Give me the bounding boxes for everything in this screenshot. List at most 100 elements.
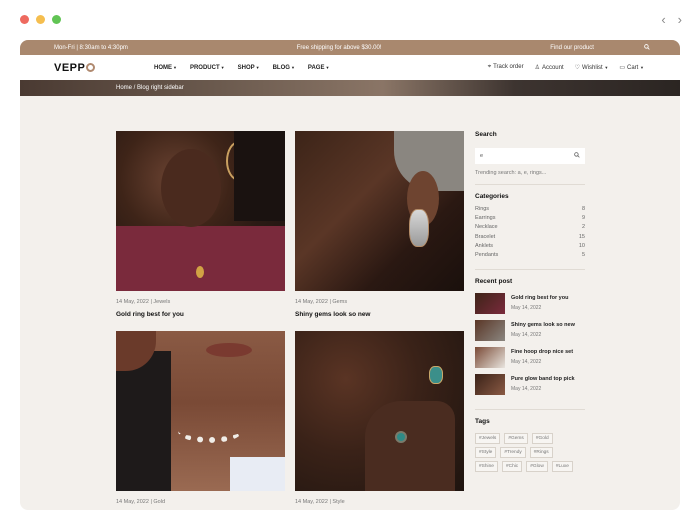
wishlist-link[interactable]: ♡ Wishlist ▼ (575, 64, 609, 71)
menu-blog-label: BLOG (272, 64, 290, 71)
category-item[interactable]: Necklace 2 (475, 224, 585, 233)
chevron-down-icon: ▼ (220, 64, 225, 70)
blog-image-turquoise-ring[interactable] (295, 331, 464, 491)
cart-label: Cart (627, 65, 639, 71)
tag-chip[interactable]: #Gems (504, 433, 528, 445)
category-count: 9 (581, 215, 585, 222)
category-name: Bracelet (475, 233, 496, 240)
tag-chip[interactable]: #Jewels (475, 433, 501, 445)
post-meta: 14 May, 2022 | Gold (116, 499, 166, 505)
tag-chip[interactable]: #Rings (529, 447, 553, 459)
track-order-link[interactable]: ⌖ Track order (488, 64, 524, 71)
menu-product-label: PRODUCT (189, 64, 220, 71)
utility-links: ⌖ Track order ♙ Account ♡ Wishlist ▼ ▭ Cart … (488, 64, 644, 71)
location-icon: ⌖ (487, 64, 492, 70)
category-name: Rings (475, 206, 490, 212)
menu-page-label: PAGE (307, 64, 325, 71)
search-heading: Search (475, 131, 497, 138)
breadcrumb-text[interactable]: Home / Blog right sidebar (116, 85, 184, 91)
blog-card[interactable]: 14 May, 2022 | Jewels Gold ring best for… (116, 131, 285, 318)
category-name: Anklets (475, 242, 494, 249)
browser-nav: ‹ › (661, 12, 682, 27)
divider (475, 184, 585, 185)
category-item[interactable]: Pendants 5 (475, 252, 585, 261)
blog-card[interactable]: 14 May, 2022 | Gems Shiny gems look so n… (295, 131, 464, 318)
search-input-value: e (480, 153, 484, 159)
blog-image-gem-earring[interactable] (295, 131, 464, 291)
chevron-down-icon: ▼ (255, 64, 260, 70)
primary-menu: HOME▼ PRODUCT▼ SHOP▼ BLOG▼ PAGE▼ (154, 65, 329, 71)
divider (475, 269, 585, 271)
search-input[interactable]: e (475, 148, 585, 164)
site-logo[interactable]: VEPP (54, 62, 96, 74)
tag-chip[interactable]: #Gold (531, 433, 553, 445)
divider (475, 409, 585, 411)
forward-arrow-icon[interactable]: › (678, 12, 682, 27)
menu-shop[interactable]: SHOP▼ (238, 65, 260, 71)
tag-chip[interactable]: #Luxe (551, 461, 573, 473)
tag-chip[interactable]: #Shine (475, 461, 498, 473)
find-product-label: Find our product (550, 44, 594, 51)
post-title[interactable]: Shiny gems look so new (295, 311, 464, 318)
recent-post-item[interactable]: Gold ring best for you May 14, 2022 (475, 293, 585, 320)
category-item[interactable]: Bracelet 15 (475, 234, 585, 243)
back-arrow-icon[interactable]: ‹ (661, 12, 665, 27)
blog-card[interactable]: 14 May, 2022 | Gold (116, 331, 285, 505)
find-product[interactable]: Find our product (550, 43, 650, 52)
recent-post-thumbnail[interactable] (475, 347, 505, 369)
recent-post-title[interactable]: Fine hoop drop nice set (511, 349, 573, 355)
category-item[interactable]: Earrings 9 (475, 215, 585, 224)
post-meta: 14 May, 2022 | Style (295, 499, 345, 505)
recent-post-thumbnail[interactable] (475, 293, 505, 315)
category-item[interactable]: Rings 8 (475, 206, 585, 215)
maximize-dot[interactable] (52, 15, 61, 24)
chevron-down-icon: ▼ (290, 64, 295, 70)
post-meta: 14 May, 2022 | Jewels (116, 299, 171, 305)
recent-post-item[interactable]: Shiny gems look so new May 14, 2022 (475, 320, 585, 347)
search-icon[interactable] (644, 43, 650, 52)
blog-image-pearl-necklace[interactable] (116, 331, 285, 491)
recent-post-date: May 14, 2022 (511, 305, 542, 312)
store-hours: Mon-Fri | 8:30am to 4:30pm (54, 44, 128, 51)
blog-image-gold-hoops[interactable] (116, 131, 285, 291)
tag-chip[interactable]: #Style (475, 447, 497, 459)
recent-post-title[interactable]: Gold ring best for you (511, 295, 568, 301)
tag-chip[interactable]: #Trendy (500, 447, 526, 459)
recent-post-date: May 14, 2022 (511, 332, 542, 339)
menu-shop-label: SHOP (237, 64, 255, 71)
menu-product[interactable]: PRODUCT▼ (190, 65, 225, 71)
recent-post-thumbnail[interactable] (475, 320, 505, 342)
post-title[interactable]: Gold ring best for you (116, 311, 285, 318)
category-count: 8 (581, 206, 585, 212)
account-link[interactable]: ♙ Account (535, 64, 564, 71)
trending-search: Trending search: a, e, rings... (475, 170, 547, 176)
recent-post-thumbnail[interactable] (475, 374, 505, 396)
menu-page[interactable]: PAGE▼ (308, 65, 330, 71)
recent-post-title[interactable]: Shiny gems look so new (511, 322, 575, 328)
recent-post-date: May 14, 2022 (511, 359, 542, 366)
tag-chip[interactable]: #Chic (501, 461, 523, 473)
tag-chip[interactable]: #Glow (526, 461, 548, 473)
top-announcement-bar: Mon-Fri | 8:30am to 4:30pm Free shipping… (20, 40, 680, 55)
heart-icon: ♡ (574, 65, 581, 71)
search-icon[interactable] (574, 152, 580, 160)
cart-icon: ▭ (619, 65, 626, 71)
close-dot[interactable] (20, 15, 29, 24)
cart-link[interactable]: ▭ Cart ▼ (619, 64, 644, 71)
recent-post-title[interactable]: Pure glow band top pick (511, 376, 575, 382)
blog-card[interactable]: 14 May, 2022 | Style (295, 331, 464, 505)
shipping-promo: Free shipping for above $30.00! (296, 44, 382, 51)
category-item[interactable]: Anklets 10 (475, 243, 585, 252)
breadcrumb: Home / Blog right sidebar (20, 80, 680, 96)
menu-home[interactable]: HOME▼ (154, 65, 177, 71)
menu-home-label: HOME (154, 64, 172, 71)
menu-blog[interactable]: BLOG▼ (273, 65, 295, 71)
category-count: 10 (578, 242, 585, 249)
tag-cloud: #Jewels #Gems #Gold #Style #Trendy #Ring… (475, 433, 575, 473)
recent-post-item[interactable]: Pure glow band top pick May 14, 2022 (475, 374, 585, 401)
recent-post-item[interactable]: Fine hoop drop nice set May 14, 2022 (475, 347, 585, 374)
user-icon: ♙ (534, 65, 540, 71)
minimize-dot[interactable] (36, 15, 45, 24)
category-list: Rings 8 Earrings 9 Necklace 2 Bracelet 15 An… (475, 206, 585, 261)
blog-content: 14 May, 2022 | Jewels Gold ring best for… (20, 96, 680, 510)
